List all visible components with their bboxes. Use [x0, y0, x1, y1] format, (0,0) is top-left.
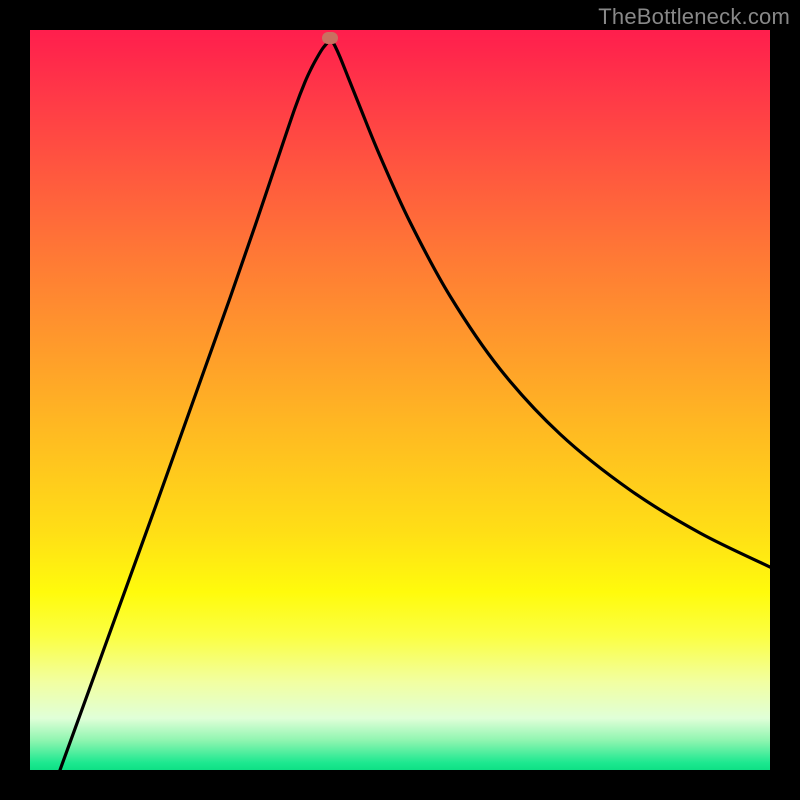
bottleneck-curve	[60, 39, 770, 770]
curve-svg	[30, 30, 770, 770]
watermark-text: TheBottleneck.com	[598, 4, 790, 30]
chart-container: TheBottleneck.com	[0, 0, 800, 800]
optimal-point-marker	[322, 32, 338, 44]
plot-area	[30, 30, 770, 770]
